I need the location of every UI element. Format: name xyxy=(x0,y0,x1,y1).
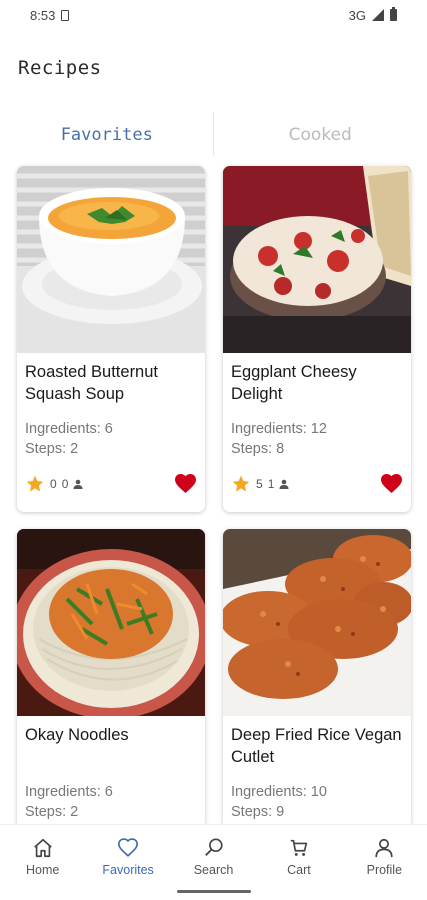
recipe-ingredients: Ingredients: 12 xyxy=(231,421,327,437)
home-indicator xyxy=(177,890,251,893)
heart-outline-icon xyxy=(118,838,139,857)
recipe-image-eggplant xyxy=(223,166,411,353)
recipe-steps: Steps: 2 xyxy=(25,804,79,820)
rating-count: 1 xyxy=(267,476,275,491)
recipe-image-cutlet xyxy=(223,529,411,716)
recipe-steps: Steps: 8 xyxy=(231,441,285,457)
status-bar: 8:53 3G xyxy=(0,0,427,30)
star-icon xyxy=(26,475,44,491)
recipe-ingredients: Ingredients: 6 xyxy=(25,421,113,437)
profile-icon xyxy=(375,838,393,858)
bottom-nav: Home Favorites Search Cart Profile xyxy=(0,824,427,900)
network-type: 3G xyxy=(348,7,366,23)
recipe-steps: Steps: 9 xyxy=(231,804,285,820)
recipe-title: Eggplant Cheesy Delight xyxy=(231,363,357,403)
tab-favorites[interactable]: Favorites xyxy=(0,112,214,158)
recipe-card[interactable]: Roasted Butternut Squash Soup Ingredient… xyxy=(17,166,205,512)
person-icon xyxy=(73,479,83,489)
tab-cooked[interactable]: Cooked xyxy=(214,112,427,158)
star-icon xyxy=(232,475,250,491)
nav-search-label: Search xyxy=(193,863,234,877)
recipe-steps: Steps: 2 xyxy=(25,441,79,457)
nav-home[interactable]: Home xyxy=(0,825,85,900)
favorite-heart-icon[interactable] xyxy=(380,473,403,494)
recipe-rating: 5 1 xyxy=(231,474,289,494)
recipe-card[interactable]: Deep Fried Rice Vegan Cutlet Ingredients… xyxy=(223,529,411,829)
nav-favorites-label: Favorites xyxy=(102,863,154,877)
battery-icon xyxy=(390,7,397,21)
page-title: Recipes xyxy=(18,57,102,79)
person-icon xyxy=(279,479,289,489)
sim-card-icon xyxy=(61,9,70,21)
tab-bar: Favorites Cooked xyxy=(0,112,427,158)
recipe-card[interactable]: Okay Noodles Ingredients: 6 Steps: 2 xyxy=(17,529,205,829)
favorite-heart-icon[interactable] xyxy=(174,473,197,494)
nav-cart-label: Cart xyxy=(287,863,311,877)
recipe-ingredients: Ingredients: 6 xyxy=(25,784,113,800)
recipe-card[interactable]: Eggplant Cheesy Delight Ingredients: 12 … xyxy=(223,166,411,512)
recipe-image-noodles xyxy=(17,529,205,716)
nav-profile[interactable]: Profile xyxy=(342,825,427,900)
search-icon xyxy=(204,838,223,856)
recipe-title: Okay Noodles xyxy=(25,726,129,744)
cart-icon xyxy=(290,839,308,856)
rating-value: 5 xyxy=(256,476,263,491)
status-right: 3G xyxy=(348,7,397,23)
nav-profile-label: Profile xyxy=(366,863,403,877)
status-left: 8:53 xyxy=(30,7,70,23)
nav-search[interactable]: Search xyxy=(171,825,256,900)
recipe-rating: 0 0 xyxy=(25,474,83,494)
signal-icon xyxy=(372,9,384,21)
recipe-title: Roasted Butternut Squash Soup xyxy=(25,363,158,403)
rating-value: 0 xyxy=(50,476,57,491)
tab-divider xyxy=(213,112,214,156)
recipe-image-soup xyxy=(17,166,205,353)
recipe-ingredients: Ingredients: 10 xyxy=(231,784,327,800)
nav-home-label: Home xyxy=(26,863,60,877)
rating-count: 0 xyxy=(61,476,69,491)
home-icon xyxy=(33,838,52,858)
recipe-title: Deep Fried Rice Vegan Cutlet xyxy=(231,726,402,766)
status-time: 8:53 xyxy=(30,7,56,23)
nav-favorites[interactable]: Favorites xyxy=(85,825,170,900)
nav-cart[interactable]: Cart xyxy=(256,825,341,900)
